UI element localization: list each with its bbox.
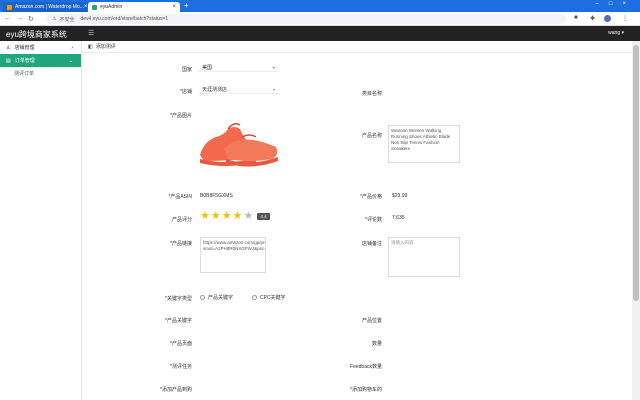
sidebar-item-store[interactable]: ♙ 店铺管理 › <box>0 41 81 54</box>
app-header: eyu跨境商家系统 ☰ wang ▾ <box>0 26 640 41</box>
product-image-label: *产品图片 <box>170 113 192 119</box>
radio-label: 产品关键字 <box>208 295 234 301</box>
keyword-type-label: *关键字类型 <box>165 296 192 302</box>
browser-tab-strip: Amazon.com | Waterdrop Mo... × eyuAdmin … <box>0 0 640 12</box>
brand-bidding-label: *添加产品到购 <box>160 387 192 393</box>
eyu-favicon-icon <box>92 4 97 10</box>
product-link-value: https://www.amazon.com/gp/product/B0B8F5… <box>203 240 266 251</box>
close-icon[interactable]: × <box>172 4 176 10</box>
radio-dot <box>252 295 257 300</box>
country-select[interactable]: 美国 ▾ <box>198 63 278 72</box>
amazon-favicon-icon <box>7 4 12 10</box>
star-filled-icon: ★ <box>210 210 221 222</box>
extension-icon[interactable]: ■ <box>574 15 578 21</box>
close-icon[interactable]: × <box>84 4 87 10</box>
chevron-down-icon: ▾ <box>272 64 275 70</box>
keywords-label: *产品关键字 <box>165 318 192 324</box>
store-value: 天涯测测店 <box>202 86 228 93</box>
browser-tab-amazon[interactable]: Amazon.com | Waterdrop Mo... × <box>3 2 87 12</box>
tab-label: Amazon.com | Waterdrop Mo... <box>15 4 84 10</box>
chevron-right-icon: › <box>71 44 73 51</box>
new-tab-icon[interactable]: + <box>184 1 189 10</box>
tab-label: eyuAdmin <box>100 4 123 10</box>
product-name-textarea[interactable]: Wairoon Women Walking Running Shoes Athl… <box>388 125 460 163</box>
browser-tab-eyuadmin[interactable]: eyuAdmin × <box>88 2 180 12</box>
radio-cpc-keyword[interactable]: CPC关键字 <box>252 294 286 301</box>
quantity-label: 数量 <box>371 341 382 347</box>
asin-label: *产品ASIN <box>168 194 192 200</box>
window-controls[interactable]: –□× <box>596 1 636 7</box>
product-link-label: *产品链接 <box>170 241 192 247</box>
star-filled-icon: ★ <box>200 210 210 222</box>
profile-avatar[interactable] <box>604 15 611 22</box>
store-label: *店铺 <box>180 89 192 95</box>
radio-dot <box>200 295 205 300</box>
review-count-label: *评论数 <box>365 217 382 223</box>
star-empty-icon: ★ <box>243 210 254 222</box>
review-type-label: *测评任务 <box>170 364 192 370</box>
price-label: *产品价格 <box>360 194 382 200</box>
back-page-icon[interactable]: ◧ <box>88 44 93 50</box>
user-icon: ♙ <box>6 44 11 51</box>
user-menu[interactable]: wang ▾ <box>608 30 624 36</box>
product-name-value: Wairoon Women Walking Running Shoes Athl… <box>391 128 451 151</box>
page-scrollbar[interactable] <box>632 41 640 400</box>
url-text: dev4.eyu.com/ord/store/batch?status=1 <box>80 16 169 22</box>
menu-icon[interactable]: ⋮ <box>622 15 628 22</box>
reload-icon[interactable]: ↻ <box>28 15 34 23</box>
address-bar-row: ← → ↻ ⚠ 不安全 dev4.eyu.com/ord/store/batch… <box>0 12 640 26</box>
sidebar-subitem-review-orders[interactable]: 测评订单 <box>0 67 81 79</box>
sidebar-subitem-label: 测评订单 <box>14 70 35 77</box>
chevron-down-icon: ▾ <box>272 86 275 92</box>
sidebar-item-orders[interactable]: ▤ 订单管理 ⌄ <box>0 54 81 67</box>
sidebar-item-label: 订单管理 <box>14 58 35 64</box>
rating-label: 产品评分 <box>171 217 192 223</box>
add-review-form: 国家 美国 ▾ *店铺 天涯测测店 ▾ 类目名称 *产品图片 产品名称 Wair… <box>82 53 632 400</box>
price-value[interactable]: $29.99 <box>392 193 407 199</box>
star-filled-icon: ★ <box>232 210 243 222</box>
feedback-label: Feedback数量 <box>350 364 382 370</box>
forward-icon[interactable]: → <box>16 15 23 22</box>
url-field[interactable]: ⚠ 不安全 dev4.eyu.com/ord/store/batch?statu… <box>46 14 566 24</box>
sidebar: ♙ 店铺管理 › ▤ 订单管理 ⌄ 测评订单 <box>0 41 82 400</box>
product-page-label: *产品页面 <box>170 341 192 347</box>
country-label: 国家 <box>181 67 192 73</box>
store-select[interactable]: 天涯测测店 ▾ <box>198 85 278 94</box>
radio-product-keyword[interactable]: 产品关键字 <box>200 294 233 301</box>
app-brand: eyu跨境商家系统 <box>6 30 67 39</box>
remark-textarea[interactable]: 请输入内容 <box>388 237 460 277</box>
product-link-textarea[interactable]: https://www.amazon.com/gp/product/B0B8F5… <box>200 237 266 273</box>
sidebar-item-label: 店铺管理 <box>14 45 35 51</box>
country-value: 美国 <box>202 64 213 71</box>
security-label: 不安全 <box>59 16 75 23</box>
product-image <box>200 122 278 167</box>
scrollbar-thumb[interactable] <box>633 45 639 301</box>
product-position-label: 产品位置 <box>361 318 382 324</box>
rating-stars: ★ ★ ★ ★ ★ 4.4 <box>200 211 270 222</box>
star-filled-icon: ★ <box>221 210 232 222</box>
back-icon[interactable]: ← <box>4 15 11 22</box>
warning-icon: ⚠ <box>52 16 57 22</box>
breadcrumb-label: 添加测评 <box>95 44 116 50</box>
review-count-value[interactable]: 7,635 <box>392 215 405 221</box>
radio-label: CPC关键字 <box>260 295 286 301</box>
cart-icon: ▤ <box>6 57 11 64</box>
remark-placeholder: 请输入内容 <box>391 240 414 245</box>
rating-value: 4.4 <box>257 213 270 220</box>
puzzle-icon[interactable]: ✱ <box>590 15 595 22</box>
product-name-label: 产品名称 <box>361 133 382 139</box>
cart-bidding-label: *添加购物车的 <box>350 387 382 393</box>
username: wang <box>608 30 621 36</box>
chevron-down-icon: ⌄ <box>68 57 73 64</box>
category-label: 类目名称 <box>361 91 382 97</box>
remark-label: 店铺备注 <box>361 241 382 247</box>
menu-toggle-icon[interactable]: ☰ <box>88 29 94 37</box>
breadcrumb: ◧ 添加测评 <box>82 41 632 53</box>
asin-value[interactable]: B0B8F5GXMS <box>200 193 233 199</box>
